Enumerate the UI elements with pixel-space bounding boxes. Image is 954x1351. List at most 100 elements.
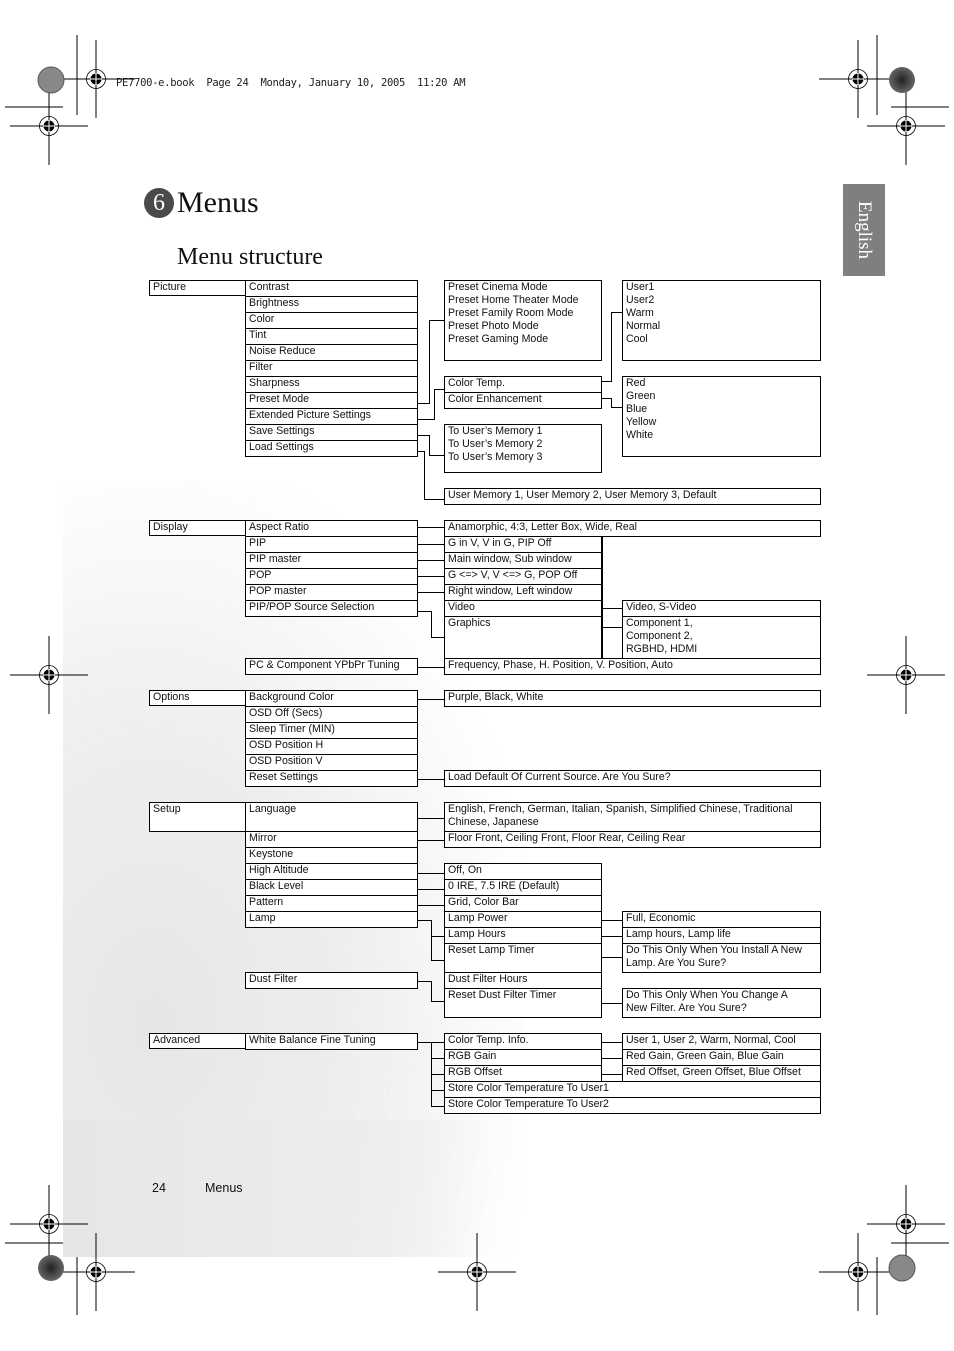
source-video: Video xyxy=(444,600,602,617)
menu-setup: Setup xyxy=(149,802,246,832)
picture-item: Tint xyxy=(245,328,418,345)
graphics-options: Component 1, Component 2, RGBHD, HDMI xyxy=(622,616,821,659)
picture-item: Contrast xyxy=(245,280,418,297)
connector-line xyxy=(418,1042,432,1043)
background-texture-bottom xyxy=(63,1120,493,1257)
pattern-options: Grid, Color Bar xyxy=(444,895,602,912)
gray-disk-icon xyxy=(889,67,915,93)
display-option: Main window, Sub window xyxy=(444,552,602,569)
language-options: English, French, German, Italian, Spanis… xyxy=(444,802,821,832)
options-item: OSD Position V xyxy=(245,754,418,771)
wb-item: RGB Offset xyxy=(444,1065,602,1082)
setup-item: Keystone xyxy=(245,847,418,864)
display-option: G <=> V, V <=> G, POP Off xyxy=(444,568,602,585)
menu-options: Options xyxy=(149,690,246,706)
connector-line xyxy=(418,818,445,819)
connector-line xyxy=(602,608,623,609)
connector-line xyxy=(431,611,432,638)
setup-item-language: Language xyxy=(245,802,418,832)
connector-line xyxy=(429,455,445,456)
display-item: Aspect Ratio xyxy=(245,520,418,537)
connector-line xyxy=(602,627,623,628)
connector-line xyxy=(431,1074,445,1075)
connector-line xyxy=(611,312,612,382)
chapter-heading: 6 Menus xyxy=(144,186,259,220)
options-item: Background Color xyxy=(245,690,418,707)
crosshair-icon xyxy=(9,86,89,166)
connector-line xyxy=(602,936,623,937)
display-item: PIP xyxy=(245,536,418,553)
background-color-options: Purple, Black, White xyxy=(444,690,821,707)
connector-line xyxy=(602,957,623,958)
connector-line xyxy=(431,960,445,961)
wb-value: Red Offset, Green Offset, Blue Offset xyxy=(622,1065,821,1082)
menu-advanced: Advanced xyxy=(149,1033,246,1049)
wb-value: Red Gain, Green Gain, Blue Gain xyxy=(622,1049,821,1066)
connector-line xyxy=(431,1001,445,1002)
connector-line xyxy=(418,840,445,841)
connector-line xyxy=(418,544,445,545)
connector-line xyxy=(602,1003,623,1004)
connector-line xyxy=(434,389,445,390)
video-options: Video, S-Video xyxy=(622,600,821,617)
source-graphics: Graphics xyxy=(444,616,602,659)
aspect-ratio-options: Anamorphic, 4:3, Letter Box, Wide, Real xyxy=(444,520,821,537)
connector-line xyxy=(418,981,432,982)
load-settings-options: User Memory 1, User Memory 2, User Memor… xyxy=(444,488,821,505)
connector-line xyxy=(418,873,445,874)
color-enhancement-options: Red Green Blue Yellow White xyxy=(622,376,821,457)
connector-line xyxy=(418,920,432,921)
picture-item: Load Settings xyxy=(245,440,418,457)
connector-line xyxy=(431,1042,445,1043)
tuning-options: Frequency, Phase, H. Position, V. Positi… xyxy=(444,658,821,675)
reset-settings-options: Load Default Of Current Source. Are You … xyxy=(444,770,821,787)
picture-item: Preset Mode xyxy=(245,392,418,409)
connector-line xyxy=(418,779,445,780)
display-item: PIP master xyxy=(245,552,418,569)
connector-line xyxy=(434,389,435,420)
picture-item: Color xyxy=(245,312,418,329)
connector-line xyxy=(418,527,445,528)
connector-line xyxy=(429,435,430,456)
wb-value: User 1, User 2, Warm, Normal, Cool xyxy=(622,1033,821,1050)
lamp-power-options: Full, Economic xyxy=(622,911,821,928)
lamp-hours: Lamp Hours xyxy=(444,927,602,944)
connector-line xyxy=(418,889,445,890)
reset-dust-filter-timer: Reset Dust Filter Timer xyxy=(444,988,602,1018)
connector-line xyxy=(602,1042,623,1043)
setup-item: Mirror xyxy=(245,831,418,848)
display-item: PIP/POP Source Selection xyxy=(245,600,418,617)
setup-item: Pattern xyxy=(245,895,418,912)
color-temp-options: User1 User2 Warm Normal Cool xyxy=(622,280,821,361)
color-target-icon xyxy=(37,66,65,94)
chapter-number-badge: 6 xyxy=(144,188,174,218)
extended-color-enhancement: Color Enhancement xyxy=(444,392,602,409)
connector-line xyxy=(418,667,445,668)
display-option: G in V, V in G, PIP Off xyxy=(444,536,602,553)
setup-item: Black Level xyxy=(245,879,418,896)
connector-line xyxy=(418,699,445,700)
connector-line xyxy=(418,576,445,577)
language-tab[interactable]: English xyxy=(843,184,885,276)
print-header: PE7700-e.book Page 24 Monday, January 10… xyxy=(116,77,466,89)
reset-lamp-options: Do This Only When You Install A New Lamp… xyxy=(622,943,821,973)
options-item: Sleep Timer (MIN) xyxy=(245,722,418,739)
picture-item: Extended Picture Settings xyxy=(245,408,418,425)
menu-picture: Picture xyxy=(149,280,246,296)
options-item: Reset Settings xyxy=(245,770,418,787)
advanced-item: White Balance Fine Tuning xyxy=(245,1033,418,1050)
display-option: Right window, Left window xyxy=(444,584,602,601)
lamp-hours-options: Lamp hours, Lamp life xyxy=(622,927,821,944)
options-item: OSD Off (Secs) xyxy=(245,706,418,723)
connector-line xyxy=(424,451,425,500)
black-level-options: 0 IRE, 7.5 IRE (Default) xyxy=(444,879,602,896)
options-item: OSD Position H xyxy=(245,738,418,755)
setup-item-dust-filter: Dust Filter xyxy=(245,972,418,989)
connector-line xyxy=(418,611,432,612)
connector-line xyxy=(429,320,445,321)
connector-line xyxy=(418,419,435,420)
reset-lamp-timer: Reset Lamp Timer xyxy=(444,943,602,973)
picture-item: Save Settings xyxy=(245,424,418,441)
wb-item: Color Temp. Info. xyxy=(444,1033,602,1050)
wb-item: RGB Gain xyxy=(444,1049,602,1066)
